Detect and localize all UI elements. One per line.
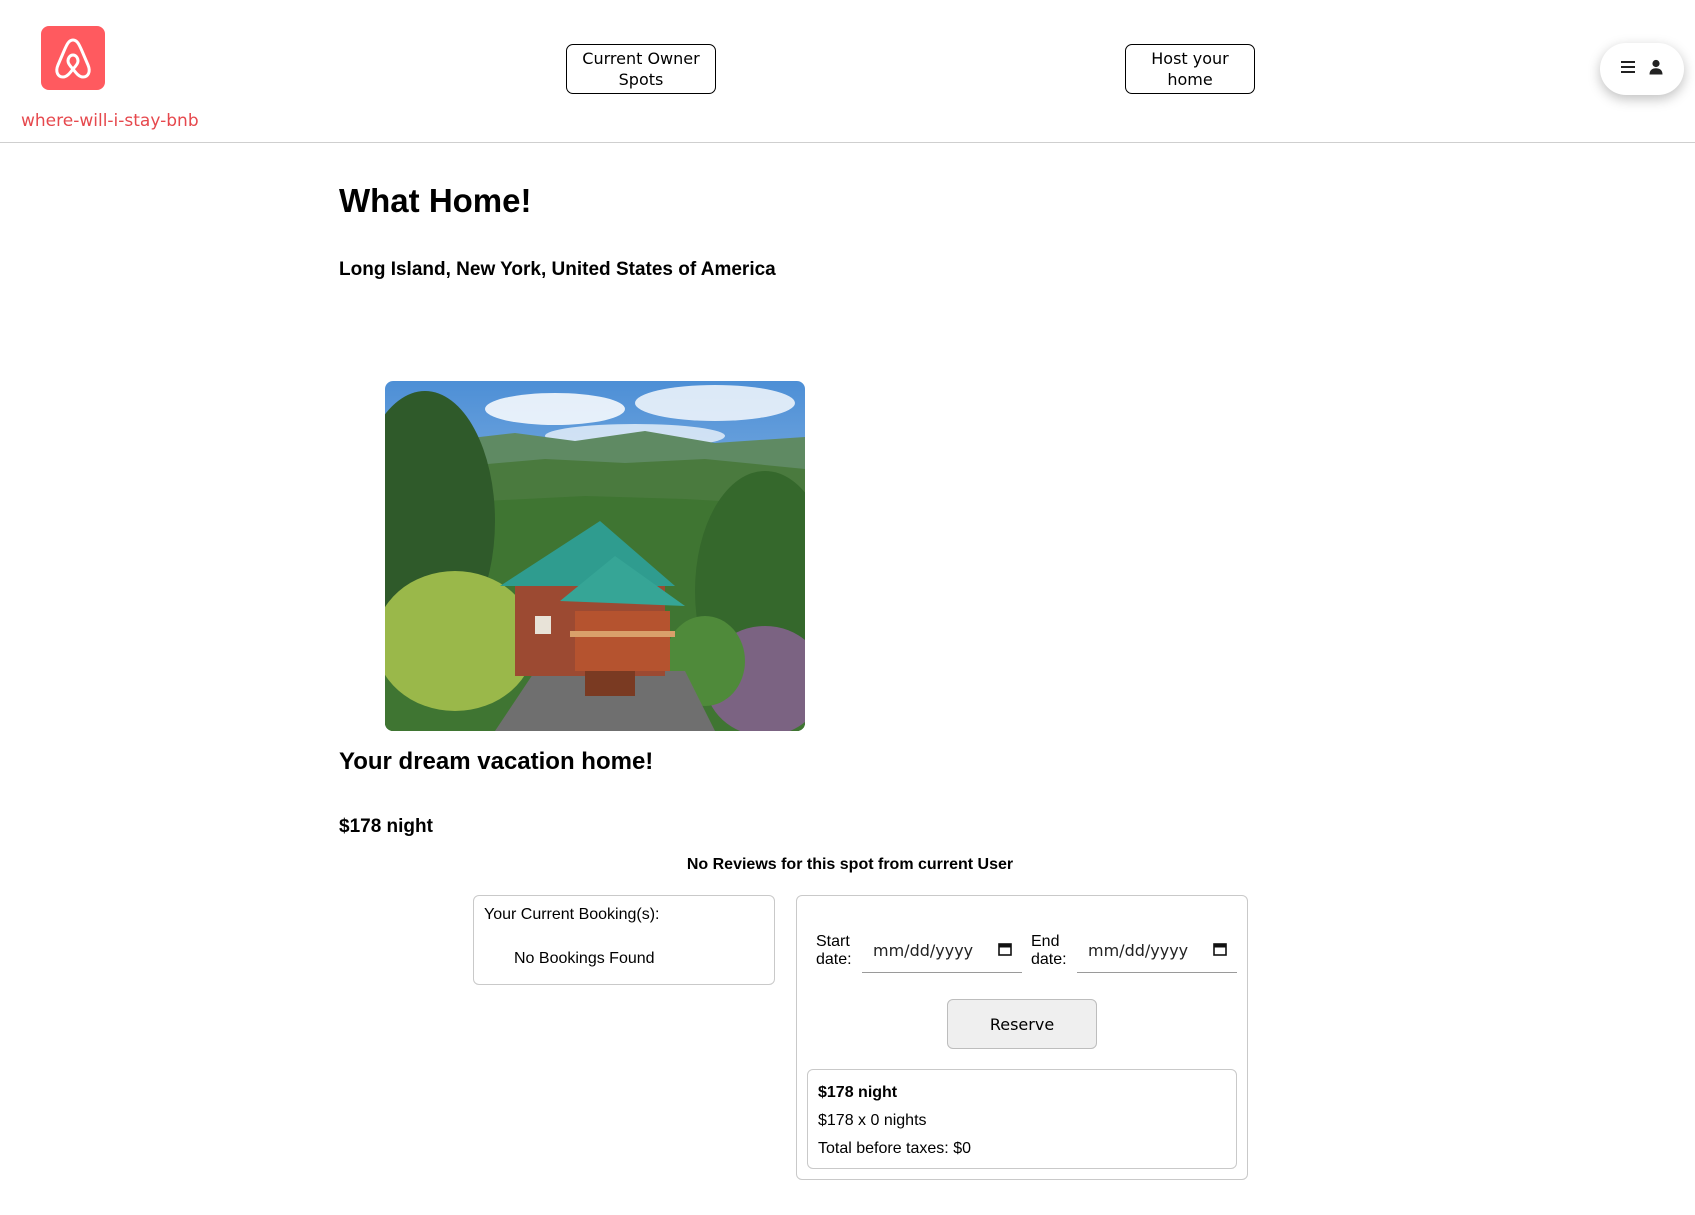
summary-nights-calc: $178 x 0 nights [818, 1112, 927, 1129]
no-bookings-message: No Bookings Found [514, 950, 655, 967]
reviews-message: No Reviews for this spot from current Us… [686, 856, 1014, 873]
start-date-placeholder: mm/dd/yyyy [873, 940, 974, 960]
spot-title: What Home! [339, 182, 532, 219]
summary-price-per-night: $178 night [818, 1084, 898, 1101]
start-date-input[interactable]: mm/dd/yyyy [862, 928, 1022, 973]
reserve-card: Start date: mm/dd/yyyy End date: mm/dd/y… [796, 895, 1248, 1180]
end-date-label: End date: [1031, 933, 1067, 968]
calendar-icon[interactable] [1213, 941, 1227, 960]
spot-price: $178 night [339, 816, 433, 837]
calendar-icon[interactable] [998, 941, 1012, 960]
price-summary: $178 night $178 x 0 nights Total before … [807, 1069, 1237, 1169]
airbnb-logo-icon[interactable] [41, 26, 105, 90]
user-icon [1648, 59, 1664, 80]
current-bookings-card: Your Current Booking(s): No Bookings Fou… [473, 895, 775, 985]
current-bookings-label: Your Current Booking(s): [484, 906, 660, 923]
spot-image [385, 381, 805, 731]
spot-location: Long Island, New York, United States of … [339, 259, 776, 280]
start-date-label: Start date: [816, 933, 852, 968]
summary-total: Total before taxes: $0 [818, 1140, 971, 1157]
spot-description: Your dream vacation home! [339, 748, 654, 775]
end-date-placeholder: mm/dd/yyyy [1088, 940, 1189, 960]
hamburger-menu-icon [1620, 60, 1636, 79]
user-menu-button[interactable] [1600, 43, 1684, 95]
reserve-button[interactable]: Reserve [947, 999, 1097, 1049]
current-owner-spots-button[interactable]: Current Owner Spots [566, 44, 716, 94]
end-date-input[interactable]: mm/dd/yyyy [1077, 928, 1237, 973]
top-navbar: where-will-i-stay-bnb Current Owner Spot… [0, 0, 1695, 143]
host-your-home-button[interactable]: Host your home [1125, 44, 1255, 94]
page: where-will-i-stay-bnb Current Owner Spot… [0, 0, 1695, 1215]
brand-name[interactable]: where-will-i-stay-bnb [21, 111, 199, 131]
